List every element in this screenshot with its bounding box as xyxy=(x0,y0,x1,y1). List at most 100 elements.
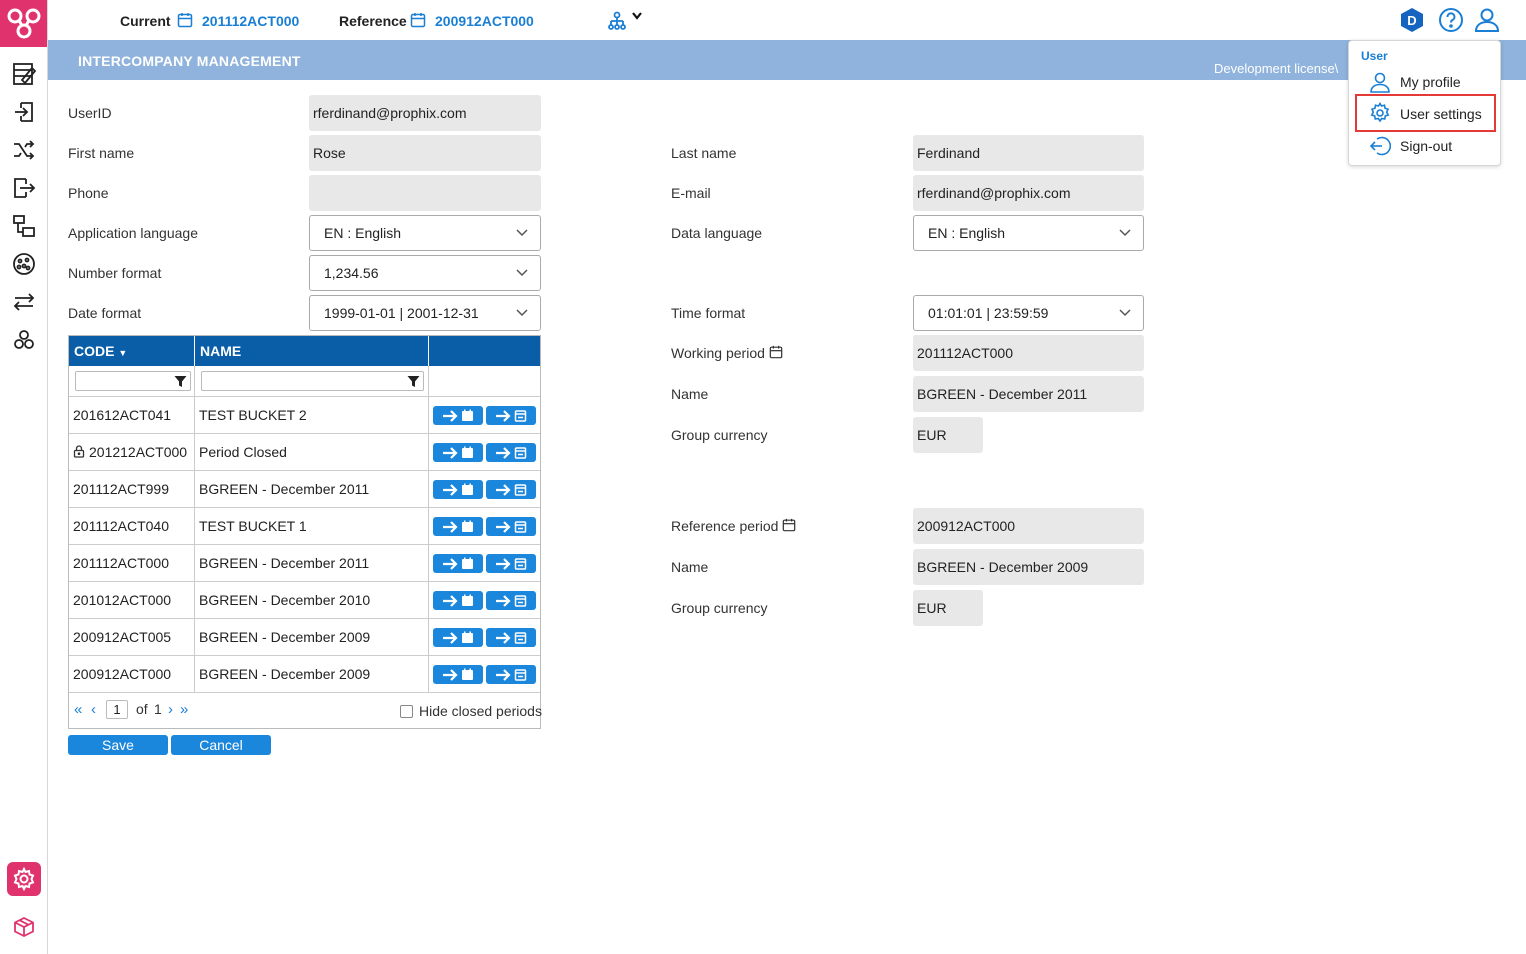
last-page-icon[interactable]: » xyxy=(180,701,188,718)
consolidation-icon[interactable] xyxy=(10,326,38,354)
time-format-label: Time format xyxy=(671,305,746,321)
edit-sheet-icon[interactable] xyxy=(10,60,38,88)
person-icon xyxy=(1370,72,1390,93)
reference-currency-label: Group currency xyxy=(671,600,768,616)
table-row[interactable]: 201612ACT041 TEST BUCKET 2 xyxy=(69,397,540,434)
arrow-right-icon xyxy=(495,557,511,570)
set-reference-period-button[interactable] xyxy=(486,591,536,610)
table-row[interactable]: 201212ACT000 Period Closed xyxy=(69,434,540,471)
name-cell: Period Closed xyxy=(199,444,287,460)
set-reference-period-button[interactable] xyxy=(486,443,536,462)
globe-icon[interactable] xyxy=(10,250,38,278)
transfer-icon[interactable] xyxy=(10,288,38,316)
set-reference-period-button[interactable] xyxy=(486,517,536,536)
reference-name-label: Name xyxy=(671,559,709,575)
data-language-value: EN : English xyxy=(928,225,1006,241)
table-row[interactable]: 200912ACT005 BGREEN - December 2009 xyxy=(69,619,540,656)
column-header-name[interactable]: NAME xyxy=(195,336,429,366)
menu-item-sign-out[interactable]: Sign-out xyxy=(1355,132,1496,162)
hide-closed-checkbox[interactable] xyxy=(400,705,413,718)
set-working-period-button[interactable] xyxy=(433,665,483,684)
number-format-value: 1,234.56 xyxy=(324,265,379,281)
table-row[interactable]: 201112ACT000 BGREEN - December 2011 xyxy=(69,545,540,582)
set-working-period-button[interactable] xyxy=(433,628,483,647)
code-cell: 201112ACT999 xyxy=(69,471,194,508)
set-working-period-button[interactable] xyxy=(433,517,483,536)
page-number-input[interactable]: 1 xyxy=(106,700,128,719)
code-cell: 200912ACT005 xyxy=(69,619,194,656)
current-period-link[interactable]: 201112ACT000 xyxy=(202,13,299,29)
cancel-button[interactable]: Cancel xyxy=(171,735,271,755)
working-currency-field: EUR xyxy=(913,417,983,453)
settings-gear-icon[interactable] xyxy=(7,862,41,896)
sign-out-icon xyxy=(1369,136,1391,156)
date-format-select[interactable]: 1999-01-01 | 2001-12-31 xyxy=(309,295,541,331)
phone-field[interactable] xyxy=(309,175,541,211)
set-working-period-button[interactable] xyxy=(433,443,483,462)
export-icon[interactable] xyxy=(10,174,38,202)
filter-icon[interactable] xyxy=(407,375,420,388)
name-cell: BGREEN - December 2011 xyxy=(199,555,370,571)
arrow-right-icon xyxy=(495,631,511,644)
calendar-icon xyxy=(461,594,474,607)
page-title: INTERCOMPANY MANAGEMENT xyxy=(78,53,301,69)
pager-total: 1 xyxy=(154,701,162,717)
arrow-right-icon xyxy=(495,483,511,496)
code-filter-input[interactable] xyxy=(75,371,191,391)
set-working-period-button[interactable] xyxy=(433,406,483,425)
period-grid: CODE ▼ NAME 201612ACT041 TEST BUCKET 2 201… xyxy=(68,335,542,729)
email-field[interactable]: rferdinand@prophix.com xyxy=(913,175,1144,211)
app-language-select[interactable]: EN : English xyxy=(309,215,541,251)
code-cell-text: 201612ACT041 xyxy=(73,407,172,423)
column-header-code[interactable]: CODE ▼ xyxy=(69,336,195,366)
user-account-icon[interactable] xyxy=(1473,6,1501,34)
svg-text:D: D xyxy=(1407,13,1416,28)
next-page-icon[interactable]: › xyxy=(168,701,173,718)
structure-icon[interactable] xyxy=(10,212,38,240)
left-sidebar xyxy=(0,0,48,954)
number-format-select[interactable]: 1,234.56 xyxy=(309,255,541,291)
set-working-period-button[interactable] xyxy=(433,591,483,610)
filter-icon[interactable] xyxy=(174,375,187,388)
code-cell-text: 200912ACT005 xyxy=(73,629,172,645)
table-row[interactable]: 201012ACT000 BGREEN - December 2010 xyxy=(69,582,540,619)
userid-label: UserID xyxy=(68,105,112,121)
time-format-select[interactable]: 01:01:01 | 23:59:59 xyxy=(913,295,1144,331)
prev-page-icon[interactable]: ‹ xyxy=(91,701,96,718)
user-menu-heading: User xyxy=(1361,49,1388,63)
table-row[interactable]: 201112ACT040 TEST BUCKET 1 xyxy=(69,508,540,545)
set-working-period-button[interactable] xyxy=(433,480,483,499)
set-reference-period-button[interactable] xyxy=(486,554,536,573)
data-language-select[interactable]: EN : English xyxy=(913,215,1144,251)
menu-item-label: User settings xyxy=(1400,106,1482,122)
table-row[interactable]: 200912ACT000 BGREEN - December 2009 xyxy=(69,656,540,693)
sort-desc-icon: ▼ xyxy=(118,348,128,358)
date-format-label: Date format xyxy=(68,305,142,321)
save-button[interactable]: Save xyxy=(68,735,168,755)
cube-icon[interactable] xyxy=(11,914,37,940)
hide-closed-label[interactable]: Hide closed periods xyxy=(419,703,542,719)
set-reference-period-button[interactable] xyxy=(486,665,536,684)
license-badge-icon[interactable]: D xyxy=(1398,6,1426,34)
shuffle-icon[interactable] xyxy=(10,136,38,164)
import-icon[interactable] xyxy=(10,98,38,126)
help-icon[interactable] xyxy=(1437,6,1465,34)
menu-item-user-settings[interactable]: User settings xyxy=(1355,94,1496,132)
set-reference-period-button[interactable] xyxy=(486,480,536,499)
app-logo-icon[interactable] xyxy=(0,0,47,47)
current-label: Current xyxy=(120,13,171,29)
gear-icon xyxy=(1370,102,1390,123)
set-reference-period-button[interactable] xyxy=(486,628,536,647)
data-language-label: Data language xyxy=(671,225,763,241)
set-reference-period-button[interactable] xyxy=(486,406,536,425)
chevron-down-icon xyxy=(516,229,528,237)
table-row[interactable]: 201112ACT999 BGREEN - December 2011 xyxy=(69,471,540,508)
chevron-down-icon xyxy=(516,269,528,277)
set-working-period-button[interactable] xyxy=(433,554,483,573)
first-page-icon[interactable]: « xyxy=(74,701,82,718)
name-filter-input[interactable] xyxy=(201,371,424,391)
lastname-field[interactable]: Ferdinand xyxy=(913,135,1144,171)
hierarchy-dropdown-icon[interactable] xyxy=(608,10,646,32)
firstname-field[interactable]: Rose xyxy=(309,135,541,171)
reference-period-link[interactable]: 200912ACT000 xyxy=(435,13,534,29)
